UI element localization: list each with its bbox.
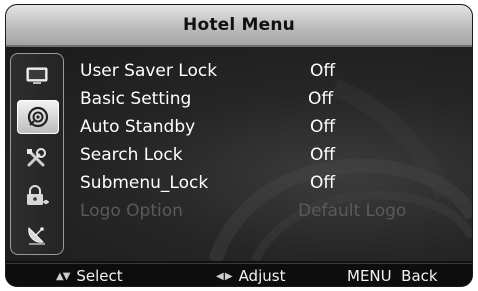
menu-item-search-lock[interactable]: Search Lock Off xyxy=(80,142,460,168)
menu-back-hint-label: MENU Back xyxy=(347,267,438,285)
hotel-menu-window: Hotel Menu User Saver Lock Off Basic Set… xyxy=(5,4,473,287)
menu-content-area: User Saver Lock Off Basic Setting Off Au… xyxy=(6,47,472,261)
select-hint-label: Select xyxy=(76,267,123,285)
menu-item-submenu-lock[interactable]: Submenu_Lock Off xyxy=(80,170,460,196)
lock-key-icon[interactable] xyxy=(23,184,51,208)
menu-item-label: Submenu_Lock xyxy=(80,173,209,193)
audio-speaker-icon[interactable] xyxy=(17,100,59,134)
adjust-hint-label: Adjust xyxy=(238,267,286,285)
tv-screen-icon[interactable] xyxy=(23,64,51,88)
page-title: Hotel Menu xyxy=(183,15,295,35)
menu-item-logo-option: Logo Option Default Logo xyxy=(80,198,460,224)
menu-item-value[interactable]: Off xyxy=(310,145,335,165)
menu-item-label: Basic Setting xyxy=(80,89,192,109)
menu-item-label: Auto Standby xyxy=(80,117,196,137)
tools-icon[interactable] xyxy=(23,146,51,170)
menu-back-hint[interactable]: MENU Back xyxy=(347,267,438,285)
footer-hint-bar: ▲▼ Select ◀ ▶ Adjust MENU Back xyxy=(6,263,472,286)
menu-item-user-saver-lock[interactable]: User Saver Lock Off xyxy=(80,58,460,84)
menu-item-basic-setting[interactable]: Basic Setting Off xyxy=(80,86,460,112)
satellite-dish-icon[interactable] xyxy=(23,222,51,246)
up-down-arrows-icon: ▲▼ xyxy=(56,270,70,282)
menu-item-value: Default Logo xyxy=(298,201,407,221)
menu-item-label: User Saver Lock xyxy=(80,61,218,81)
menu-item-value[interactable]: Off xyxy=(308,89,333,109)
left-right-arrows-icon: ◀ ▶ xyxy=(216,270,233,282)
menu-item-label: Logo Option xyxy=(80,201,183,221)
menu-item-value[interactable]: Off xyxy=(310,173,335,193)
title-bar: Hotel Menu xyxy=(6,5,472,47)
menu-item-auto-standby[interactable]: Auto Standby Off xyxy=(80,114,460,140)
menu-item-value[interactable]: Off xyxy=(310,61,335,81)
menu-item-label: Search Lock xyxy=(80,145,183,165)
adjust-hint: ◀ ▶ Adjust xyxy=(216,267,285,285)
menu-item-value[interactable]: Off xyxy=(310,117,335,137)
category-sidebar xyxy=(10,53,64,255)
select-hint: ▲▼ Select xyxy=(56,267,123,285)
